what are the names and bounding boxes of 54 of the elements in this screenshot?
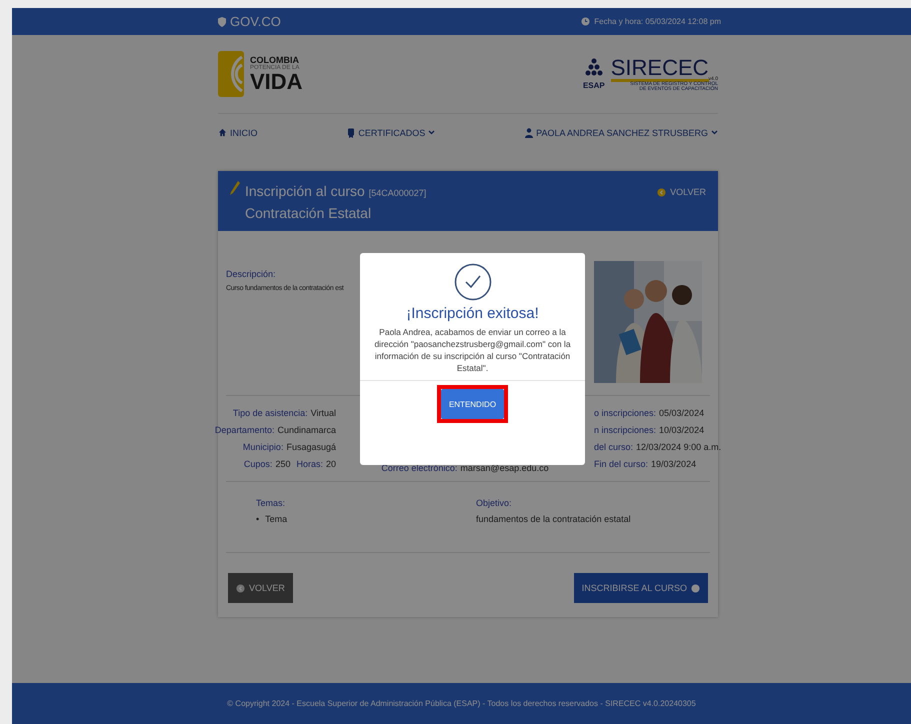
card-title: Inscripción al curso [54CA000027]	[245, 182, 426, 201]
detail-label: Correo electrónico:	[381, 463, 458, 473]
detail-label: n inscripciones:	[594, 425, 656, 435]
dialog-title: ¡Inscripción exitosa!	[406, 305, 539, 322]
description-label: Descripción:	[226, 269, 277, 279]
detail-label: Tipo de asistencia:	[232, 408, 308, 418]
nav-link[interactable]: PAOLA ANDREA SANCHEZ STRUSBERG	[525, 128, 718, 138]
detail-value: 12/03/2024 9:00 a.m.	[636, 442, 722, 452]
detail-label: o inscripciones:	[594, 408, 656, 418]
copyright-text: © Copyright 2024 - Escuela Superior de Administración Pública (ESAP) - Todos los derechos reservados - SIRECEC v4.0.20240305	[227, 699, 696, 708]
detail-label: Horas:	[296, 459, 323, 469]
objective-text: fundamentos de la contratación estatal	[476, 514, 631, 524]
logo-text: SIRECEC	[610, 56, 709, 82]
detail-label: Cupos:	[244, 459, 272, 469]
detail-value: Virtual	[310, 408, 336, 418]
detail-value: Fusagasugá	[286, 442, 336, 452]
topics-label: Temas:	[256, 498, 286, 508]
detail-value: 05/03/2024	[659, 408, 704, 418]
nav-link[interactable]: INICIO	[218, 128, 258, 138]
clock-icon	[581, 17, 590, 26]
bullet: •	[256, 514, 260, 524]
pencil-icon	[230, 181, 240, 195]
detail-label: Municipio:	[242, 442, 284, 452]
home-icon	[218, 128, 227, 137]
topic-item: Tema	[265, 514, 288, 524]
ok-button[interactable]: ENTENDIDO	[440, 389, 504, 419]
nav-link[interactable]: CERTIFICADOS	[347, 128, 436, 138]
enroll-button[interactable]: INSCRIBIRSE AL CURSO	[574, 573, 708, 603]
detail-value: marsan@esap.edu.co	[460, 463, 549, 473]
detail-value: Cundinamarca	[277, 425, 336, 435]
dialog-message: Paola Andrea, acabamos de enviar un correo a la dirección "paosanchezstrusberg@gmail.com" con la información de su inscripción al curso "Contratación Estatal".	[374, 326, 571, 374]
detail-value: 10/03/2024	[659, 425, 704, 435]
date-time: Fecha y hora: 05/03/2024 12:08 pm	[594, 17, 721, 26]
certificate-icon	[347, 128, 356, 138]
back-icon	[236, 584, 245, 592]
logo-text: ESAP	[582, 82, 605, 90]
detail-value: 250	[275, 459, 290, 469]
user-icon	[525, 128, 534, 138]
detail-label: Departamento:	[214, 425, 274, 435]
back-icon	[657, 188, 666, 196]
back-link[interactable]: VOLVER	[657, 187, 706, 197]
back-button[interactable]: VOLVER	[228, 573, 293, 603]
logo-text: COLOMBIA	[250, 56, 300, 64]
detail-label: Fin del curso:	[594, 459, 648, 469]
gov-brand: GOV.CO	[230, 14, 281, 29]
course-name: Contratación Estatal	[245, 204, 372, 223]
shield-icon	[218, 16, 226, 26]
detail-value: 20	[326, 459, 336, 469]
check-circle-icon	[454, 263, 492, 301]
logo-text: VIDA	[250, 70, 303, 92]
objective-label: Objetivo:	[476, 498, 513, 508]
logo-icon	[218, 51, 244, 97]
detail-label: del curso:	[594, 442, 634, 452]
detail-value: 19/03/2024	[651, 459, 696, 469]
